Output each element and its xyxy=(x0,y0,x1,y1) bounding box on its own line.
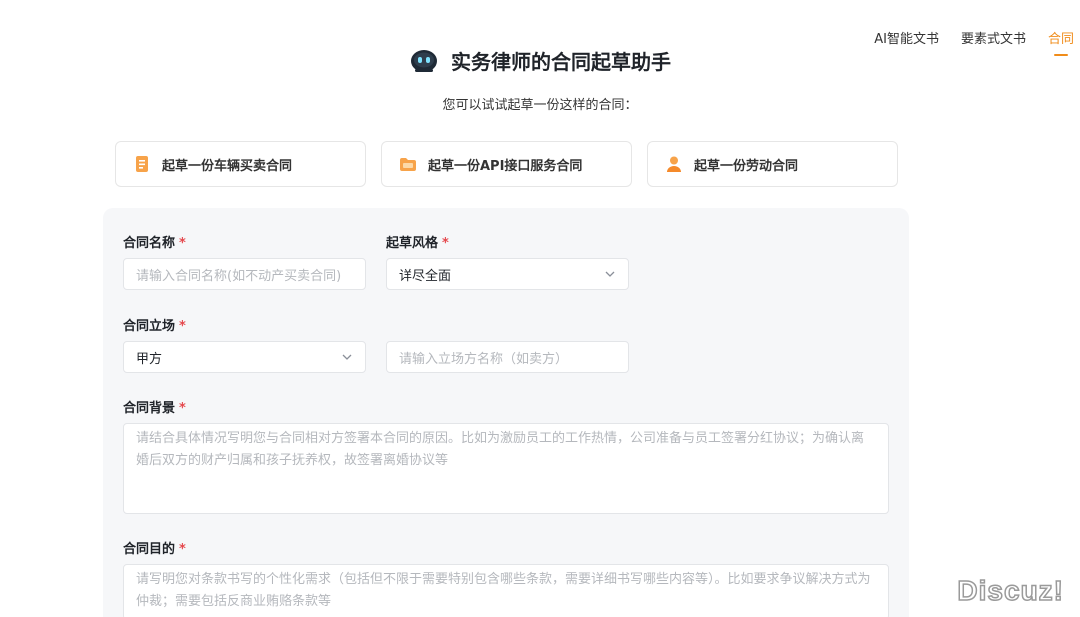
robot-icon xyxy=(411,49,437,72)
contract-form: 合同名称 * 请输入合同名称(如不动产买卖合同) 起草风格 * 详尽全面 合同立场 *… xyxy=(103,208,909,617)
background-textarea[interactable]: 请结合具体情况写明您与合同相对方签署本合同的原因。比如为激励员工的工作热情，公司… xyxy=(123,423,889,514)
example-api-service[interactable]: 起草一份API接口服务合同 xyxy=(381,141,632,187)
example-list: 起草一份车辆买卖合同 起草一份API接口服务合同 起草一份劳动合同 xyxy=(115,141,898,187)
hero: 实务律师的合同起草助手 您可以试试起草一份这样的合同： xyxy=(0,46,1080,113)
draft-style-label: 起草风格 * xyxy=(386,236,449,251)
stance-label: 合同立场 * xyxy=(123,319,186,334)
nav-element-documents[interactable]: 要素式文书 xyxy=(961,28,1026,47)
contract-name-placeholder: 请输入合同名称(如不动产买卖合同) xyxy=(136,268,342,284)
purpose-textarea[interactable]: 请写明您对条款书写的个性化需求（包括但不限于需要特别包含哪些条款，需要详细书写哪… xyxy=(123,564,889,617)
example-labor-contract[interactable]: 起草一份劳动合同 xyxy=(647,141,898,187)
purpose-placeholder: 请写明您对条款书写的个性化需求（包括但不限于需要特别包含哪些条款，需要详细书写哪… xyxy=(136,572,871,609)
example-label: 起草一份API接口服务合同 xyxy=(428,158,583,174)
example-vehicle-sale[interactable]: 起草一份车辆买卖合同 xyxy=(115,141,366,187)
document-icon xyxy=(136,156,148,172)
top-nav: AI智能文书 要素式文书 合同 xyxy=(852,28,1074,56)
stance-value: 甲方 xyxy=(136,351,163,367)
contract-name-input[interactable]: 请输入合同名称(如不动产买卖合同) xyxy=(123,258,366,290)
draft-style-value: 详尽全面 xyxy=(399,268,452,284)
background-label: 合同背景 * xyxy=(123,401,186,416)
chevron-down-icon xyxy=(605,271,615,277)
watermark: Discuz! xyxy=(957,574,1064,607)
example-label: 起草一份车辆买卖合同 xyxy=(162,158,293,174)
nav-ai-documents[interactable]: AI智能文书 xyxy=(874,28,939,47)
stance-name-placeholder: 请输入立场方名称（如卖方） xyxy=(399,351,569,367)
draft-style-select[interactable]: 详尽全面 xyxy=(386,258,629,290)
stance-select[interactable]: 甲方 xyxy=(123,341,366,373)
purpose-label: 合同目的 * xyxy=(123,542,186,557)
page-title: 实务律师的合同起草助手 xyxy=(451,50,671,74)
contract-name-label: 合同名称 * xyxy=(123,236,186,251)
background-placeholder: 请结合具体情况写明您与合同相对方签署本合同的原因。比如为激励员工的工作热情，公司… xyxy=(136,431,865,468)
example-label: 起草一份劳动合同 xyxy=(694,158,799,174)
nav-contract[interactable]: 合同 xyxy=(1048,28,1074,56)
person-icon xyxy=(667,156,681,172)
chevron-down-icon xyxy=(342,354,352,360)
stance-name-input[interactable]: 请输入立场方名称（如卖方） xyxy=(386,341,629,373)
folder-icon xyxy=(400,158,416,171)
page-subtitle: 您可以试试起草一份这样的合同： xyxy=(442,97,638,113)
